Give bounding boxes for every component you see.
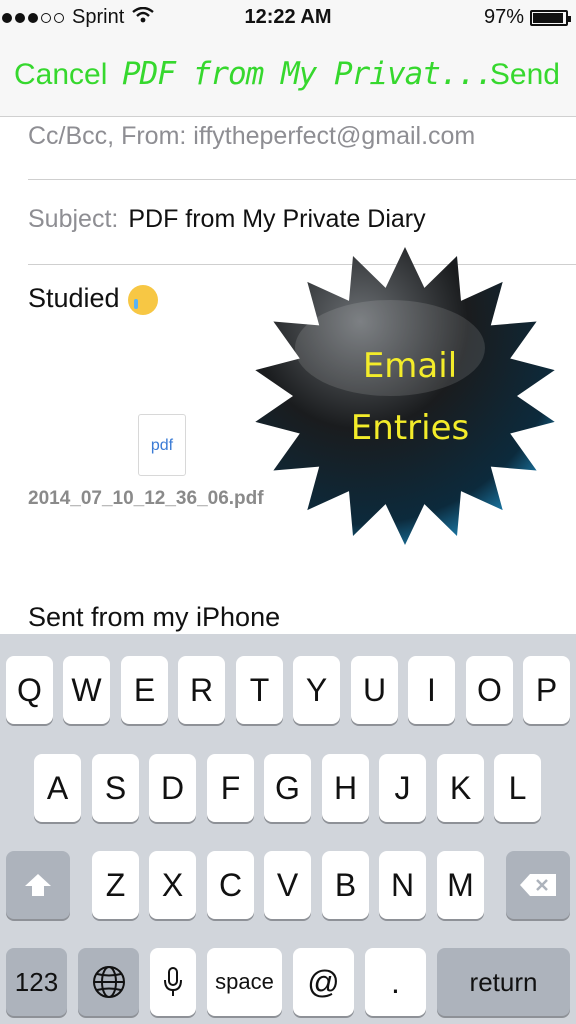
period-key[interactable]: .	[365, 948, 426, 1016]
compose-title: PDF from My Privat...	[122, 56, 494, 92]
email-entries-badge: Email Entries	[240, 238, 576, 556]
compose-nav-bar: Cancel PDF from My Privat... Send	[0, 38, 576, 117]
key-y[interactable]: Y	[293, 656, 340, 724]
divider	[28, 179, 576, 180]
numbers-key[interactable]: 123	[6, 948, 67, 1016]
attachment-filename: 2014_07_10_12_36_06.pdf	[28, 488, 264, 509]
badge-line-1: Email	[362, 346, 458, 386]
battery-status: 97%	[483, 6, 571, 29]
status-bar: Sprint 12:22 AM 97%	[0, 0, 576, 38]
key-n[interactable]: N	[379, 851, 426, 919]
microphone-icon	[164, 967, 182, 996]
globe-key[interactable]	[78, 948, 139, 1016]
key-i[interactable]: I	[408, 656, 455, 724]
backspace-key[interactable]	[506, 851, 570, 919]
backspace-icon	[520, 874, 556, 896]
key-p[interactable]: P	[523, 656, 570, 724]
key-m[interactable]: M	[437, 851, 484, 919]
key-o[interactable]: O	[466, 656, 513, 724]
shift-arrow-icon	[25, 874, 51, 896]
space-key[interactable]: space	[207, 948, 282, 1016]
crying-face-emoji-icon	[127, 284, 158, 315]
key-b[interactable]: B	[322, 851, 369, 919]
subject-value[interactable]: PDF from My Private Diary	[128, 205, 425, 233]
send-button[interactable]: Send	[490, 58, 560, 92]
key-e[interactable]: E	[121, 656, 168, 724]
key-u[interactable]: U	[351, 656, 398, 724]
email-signature[interactable]: Sent from my iPhone	[28, 602, 280, 633]
dictation-key[interactable]	[150, 948, 196, 1016]
key-j[interactable]: J	[379, 754, 426, 822]
key-r[interactable]: R	[178, 656, 225, 724]
starburst-badge-icon	[255, 247, 555, 545]
pdf-icon-label: pdf	[150, 437, 174, 454]
pdf-attachment-icon[interactable]: pdf	[138, 414, 186, 476]
key-l[interactable]: L	[494, 754, 541, 822]
key-s[interactable]: S	[92, 754, 139, 822]
cancel-button[interactable]: Cancel	[14, 58, 107, 92]
key-g[interactable]: G	[264, 754, 311, 822]
key-f[interactable]: F	[207, 754, 254, 822]
key-t[interactable]: T	[236, 656, 283, 724]
key-q[interactable]: Q	[6, 656, 53, 724]
battery-icon	[530, 9, 571, 26]
key-z[interactable]: Z	[92, 851, 139, 919]
globe-icon	[92, 966, 125, 998]
shift-key[interactable]	[6, 851, 70, 919]
message-body[interactable]: Studied	[28, 283, 158, 315]
subject-field[interactable]: Subject: PDF from My Private Diary	[28, 205, 576, 234]
key-c[interactable]: C	[207, 851, 254, 919]
key-h[interactable]: H	[322, 754, 369, 822]
keyboard: Q W E R T Y U I O P A S D F G H J K L Z …	[0, 634, 576, 1024]
badge-line-2: Entries	[350, 408, 470, 448]
battery-percent: 97%	[483, 6, 524, 28]
subject-label: Subject:	[28, 205, 119, 233]
key-v[interactable]: V	[264, 851, 311, 919]
from-field[interactable]: Cc/Bcc, From: iffytheperfect@gmail.com	[28, 122, 576, 151]
key-a[interactable]: A	[34, 754, 81, 822]
key-w[interactable]: W	[63, 656, 110, 724]
key-k[interactable]: K	[437, 754, 484, 822]
return-key[interactable]: return	[437, 948, 570, 1016]
key-x[interactable]: X	[149, 851, 196, 919]
key-d[interactable]: D	[149, 754, 196, 822]
body-text: Studied	[28, 283, 120, 313]
at-key[interactable]: @	[293, 948, 354, 1016]
